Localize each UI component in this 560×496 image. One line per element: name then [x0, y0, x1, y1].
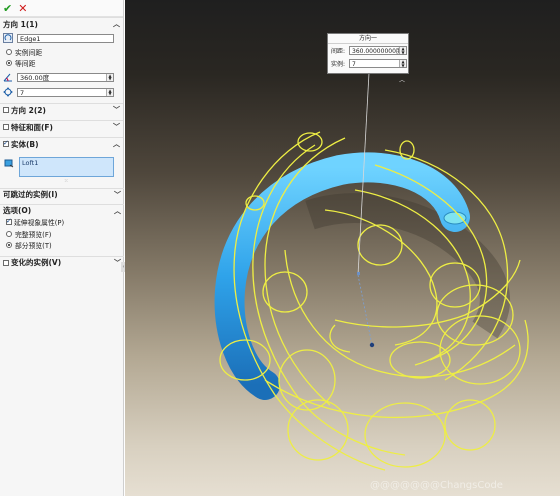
propagate-label: 延伸视象属性(P)	[14, 218, 65, 227]
callout-title: 方向一	[328, 34, 408, 44]
callout-spacing-label: 间距:	[331, 48, 346, 55]
radio-selected-icon[interactable]	[6, 59, 12, 66]
callout-spacing-input[interactable]: 360.00000000度 ▲ ▼	[349, 46, 407, 55]
body-select-icon[interactable]	[4, 158, 14, 168]
radio-equal-spacing[interactable]: 等间距	[0, 57, 123, 68]
propagate-checkbox[interactable]	[6, 217, 12, 225]
section-skipped-instances[interactable]: 可跳过的实例(I) ﹀	[0, 188, 124, 200]
chevron-down-icon[interactable]: ﹀	[113, 122, 120, 132]
callout-count-label: 实例:	[331, 61, 346, 68]
bodies-list[interactable]: Loft1	[19, 157, 114, 177]
chevron-up-icon[interactable]: ︿	[113, 139, 120, 149]
radio-icon[interactable]	[6, 48, 12, 55]
angle-row: 360.00度 ▲ ▼	[0, 71, 123, 83]
angle-spinner[interactable]: ▲ ▼	[106, 73, 113, 81]
callout-count-spinner[interactable]: ▲ ▼	[399, 60, 406, 67]
count-spinner[interactable]: ▲ ▼	[106, 88, 113, 96]
cancel-x-icon[interactable]: ✕	[18, 3, 27, 14]
chevron-down-icon[interactable]: ﹀	[114, 190, 121, 200]
axis-point[interactable]	[369, 342, 375, 348]
callout-spacing-spinner[interactable]: ▲ ▼	[399, 47, 406, 54]
radio-icon[interactable]	[6, 230, 12, 237]
angle-icon	[3, 72, 13, 82]
angle-value: 360.00度	[20, 73, 50, 82]
section-bodies-label: 实体(B)	[11, 139, 39, 149]
section-direction-1[interactable]: 方向 1(1) ︿	[0, 17, 123, 30]
chevron-down-icon[interactable]: ﹀	[113, 105, 120, 115]
chevron-up-icon[interactable]: ︿	[113, 19, 120, 29]
section-bodies[interactable]: 实体(B) ︿	[0, 137, 123, 150]
section-direction-2[interactable]: 方向 2(2) ﹀	[0, 103, 123, 116]
section-varied-instances[interactable]: 变化的实例(V) ﹀	[0, 256, 124, 268]
callout-count-value: 7	[352, 61, 356, 68]
radio-selected-icon[interactable]	[6, 241, 12, 248]
features-checkbox[interactable]	[3, 124, 9, 130]
count-field[interactable]: 7 ▲ ▼	[17, 87, 114, 97]
partial-preview-label: 部分预览(T)	[15, 241, 52, 250]
angle-field[interactable]: 360.00度 ▲ ▼	[17, 72, 114, 82]
ok-check-icon[interactable]: ✔	[3, 3, 12, 14]
section-options[interactable]: 选项(O) ︿	[0, 204, 124, 216]
count-row: 7 ▲ ▼	[0, 86, 123, 98]
radio-equal-spacing-label: 等间距	[15, 59, 36, 68]
rotate-axis-icon[interactable]	[3, 33, 13, 43]
bodies-checkbox[interactable]	[3, 139, 9, 147]
direction-2-checkbox[interactable]	[3, 107, 9, 113]
loft-end-face	[443, 211, 467, 225]
axis-line	[357, 274, 373, 346]
section-direction-2-label: 方向 2(2)	[11, 105, 46, 115]
varied-checkbox[interactable]	[3, 259, 9, 266]
resize-grip-icon[interactable]: ⁙	[64, 178, 68, 184]
radio-instance-spacing[interactable]: 实例间距	[0, 46, 123, 57]
property-manager-panel: ✔ ✕ 方向 1(1) ︿ Edge1 实例间距 等间距 360.00度 ▲ ▼ …	[0, 0, 126, 496]
handle-point[interactable]	[357, 272, 360, 275]
list-item[interactable]: Loft1	[22, 159, 111, 167]
radio-full-preview[interactable]: 完整预览(F)	[0, 228, 126, 239]
section-features-faces[interactable]: 特征和面(F) ﹀	[0, 120, 123, 133]
watermark-text: @@@@@@@ChangsCode	[370, 480, 503, 491]
callout-collapse-icon[interactable]: ︿	[399, 75, 405, 84]
radio-partial-preview[interactable]: 部分预览(T)	[0, 239, 126, 250]
count-value: 7	[20, 88, 25, 97]
callout-spacing-row: 间距: 360.00000000度 ▲ ▼	[328, 44, 408, 57]
confirm-bar: ✔ ✕	[0, 0, 123, 17]
callout-count-input[interactable]: 7 ▲ ▼	[349, 59, 407, 68]
section-features-label: 特征和面(F)	[11, 122, 53, 132]
radio-instance-spacing-label: 实例间距	[15, 48, 43, 57]
full-preview-label: 完整预览(F)	[15, 230, 52, 239]
callout-spacing-value: 360.00000000度	[352, 48, 402, 55]
edge-field[interactable]: Edge1	[17, 33, 114, 43]
section-direction-1-label: 方向 1(1)	[3, 19, 38, 29]
direction-callout: 方向一 间距: 360.00000000度 ▲ ▼ 实例: 7 ▲ ▼	[327, 33, 409, 74]
chevron-up-icon[interactable]: ︿	[114, 206, 121, 216]
instances-icon	[3, 87, 13, 97]
callout-count-row: 实例: 7 ▲ ▼	[328, 57, 408, 70]
model-preview	[214, 72, 529, 471]
section-options-label: 选项(O)	[3, 206, 32, 215]
propagate-visual-option[interactable]: 延伸视象属性(P)	[0, 216, 126, 227]
edge-row: Edge1	[0, 32, 123, 44]
section-skipped-label: 可跳过的实例(I)	[3, 190, 58, 199]
section-varied-label: 变化的实例(V)	[11, 258, 62, 267]
graphics-viewport[interactable]: 方向一 间距: 360.00000000度 ▲ ▼ 实例: 7 ▲ ▼ ︿ @@@@…	[125, 0, 560, 496]
chevron-down-icon[interactable]: ﹀	[114, 258, 121, 268]
